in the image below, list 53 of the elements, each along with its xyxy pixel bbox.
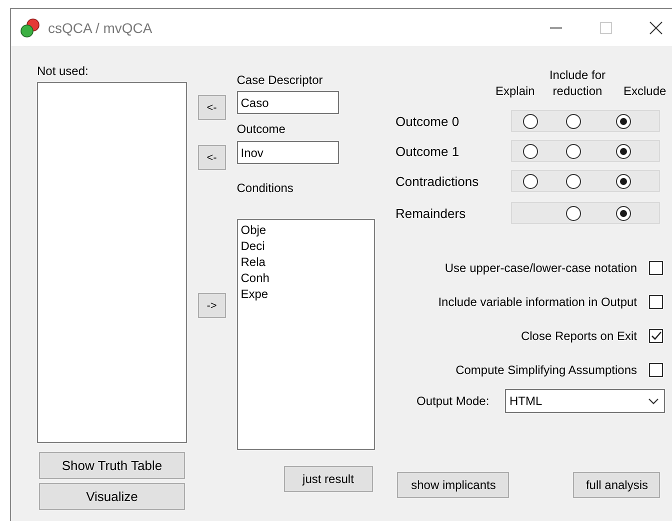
list-item[interactable]: Obje xyxy=(240,222,372,238)
not-used-label: Not used: xyxy=(37,63,90,79)
column-header: Explain xyxy=(495,83,536,99)
field-label: Outcome xyxy=(236,121,286,137)
radio-button[interactable] xyxy=(616,174,631,188)
checkbox[interactable] xyxy=(649,329,663,343)
radio-button[interactable] xyxy=(616,206,631,220)
radio-button[interactable] xyxy=(566,144,581,158)
chevron-down-icon xyxy=(648,398,660,404)
row-label: Remainders xyxy=(395,206,467,220)
row-label: Outcome 1 xyxy=(395,144,460,158)
truth-table-button[interactable]: Show Truth Table xyxy=(39,452,185,479)
radio-button[interactable] xyxy=(522,174,538,188)
move-right-button[interactable]: -> xyxy=(198,293,226,318)
just-result-button[interactable]: just result xyxy=(284,466,373,492)
app-icon xyxy=(20,18,40,38)
output-mode-label: Output Mode: xyxy=(416,394,490,408)
radio-button[interactable] xyxy=(522,114,538,128)
full-analysis-button[interactable]: full analysis xyxy=(573,472,660,498)
input-field[interactable]: Caso xyxy=(236,91,339,114)
show-implicants-button[interactable]: show implicants xyxy=(397,472,510,498)
list-item[interactable]: Expe xyxy=(240,286,372,302)
radio-button[interactable] xyxy=(566,114,581,128)
radio-button[interactable] xyxy=(522,144,538,158)
checkbox-label: Compute Simplifying Assumptions xyxy=(456,363,637,377)
row-label: Contradictions xyxy=(395,174,480,188)
checkbox[interactable] xyxy=(649,295,663,309)
checkmark-icon xyxy=(650,331,662,341)
list-item[interactable]: Deci xyxy=(240,238,372,254)
conditions-label: Conditions xyxy=(236,180,294,196)
checkbox-label: Close Reports on Exit xyxy=(520,329,637,343)
radio-button[interactable] xyxy=(616,114,631,128)
checkbox[interactable] xyxy=(649,363,663,377)
checkbox[interactable] xyxy=(649,261,663,275)
column-header: Include for reduction xyxy=(548,67,606,99)
list-item[interactable]: Conh xyxy=(240,270,372,286)
window-title: csQCA / mvQCA xyxy=(48,20,152,36)
output-mode-dropdown[interactable]: HTML xyxy=(505,389,666,413)
checkbox-label: Use upper-case/lower-case notation xyxy=(444,261,637,275)
radio-button[interactable] xyxy=(616,144,631,158)
field-label: Case Descriptor xyxy=(236,72,324,88)
radio-button[interactable] xyxy=(566,206,581,220)
column-header: Exclude xyxy=(623,83,666,99)
close-icon xyxy=(649,20,663,34)
visualize-button[interactable]: Visualize xyxy=(39,483,185,510)
move-left-button[interactable]: <- xyxy=(198,145,226,170)
checkbox-label: Include variable information in Output xyxy=(438,295,637,309)
row-label: Outcome 0 xyxy=(395,114,460,128)
move-left-button[interactable]: <- xyxy=(198,95,226,120)
radio-button[interactable] xyxy=(566,174,581,188)
input-field[interactable]: Inov xyxy=(236,141,339,164)
maximize-icon xyxy=(600,22,612,34)
list-item[interactable]: Rela xyxy=(240,254,372,270)
